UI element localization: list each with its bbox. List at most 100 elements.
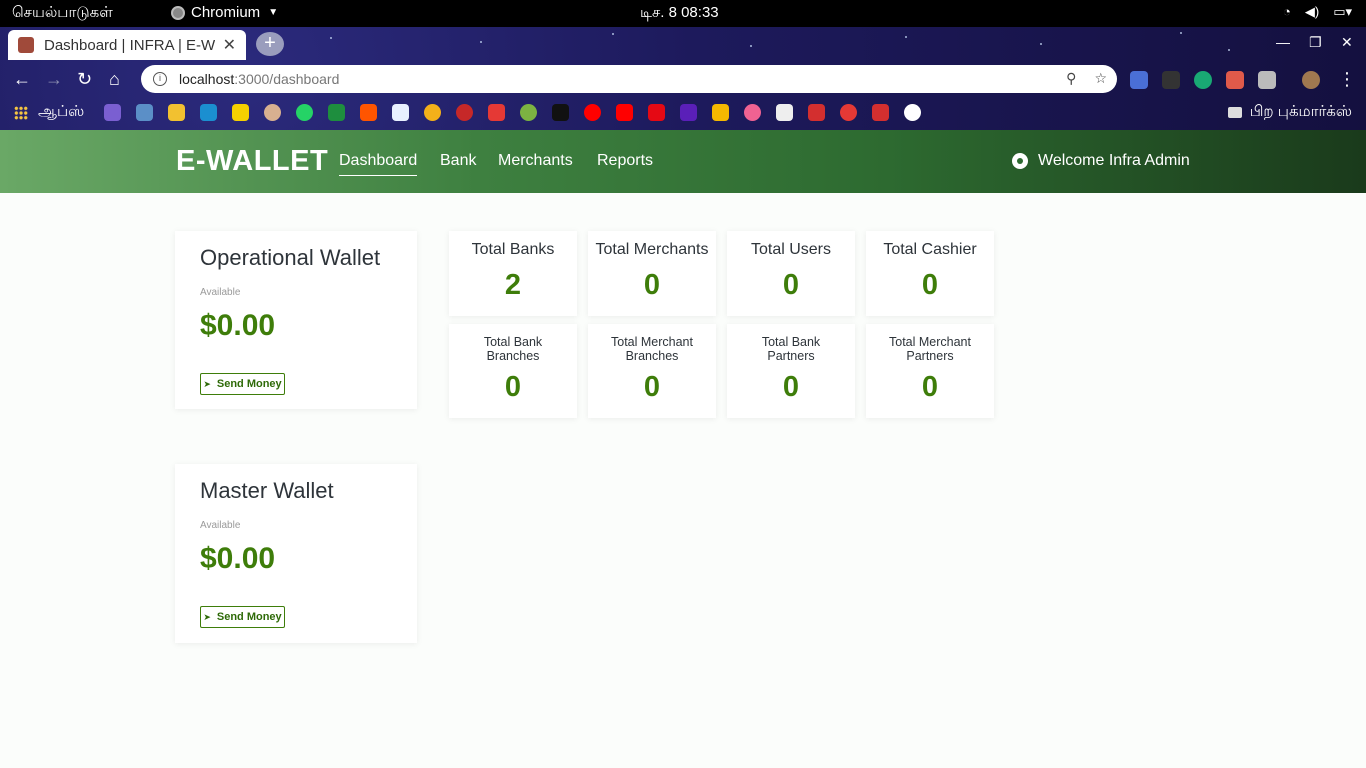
minimize-icon[interactable]: — [1276, 34, 1290, 50]
sheets-icon[interactable] [328, 104, 345, 121]
volume-icon: ◀) [1304, 4, 1320, 19]
home-icon[interactable]: ⌂ [109, 69, 120, 90]
stat-label: Total Bank Branches [449, 335, 577, 363]
google-icon[interactable] [904, 104, 921, 121]
wallet-balance: $0.00 [200, 542, 276, 575]
wallet-title: Master Wallet [200, 478, 334, 503]
tab-title: Dashboard | INFRA | E-W [44, 36, 215, 54]
activities-button[interactable]: செயல்பாடுகள் [12, 4, 113, 23]
bookmark-icon[interactable] [456, 104, 473, 121]
app-header: E-WALLET Dashboard Bank Merchants Report… [0, 130, 1366, 193]
extension-icon[interactable] [1162, 71, 1180, 89]
nav-reports[interactable]: Reports [597, 152, 653, 170]
netflix-icon[interactable] [648, 104, 665, 121]
whatsapp-icon[interactable] [296, 104, 313, 121]
browser-chrome: Dashboard | INFRA | E-W ✕ + — ❐ ✕ ← → ↻ … [0, 27, 1366, 130]
app-menu[interactable]: Chromium ▼ [171, 4, 278, 21]
brand-logo[interactable]: E-WALLET [176, 145, 328, 178]
stat-value: 0 [921, 371, 939, 403]
extension-icon[interactable] [1226, 71, 1244, 89]
act-icon[interactable] [872, 104, 889, 121]
stat-label: Total Users [750, 241, 832, 258]
apps-grid-icon[interactable] [14, 106, 28, 120]
stat-label: Total Bank Partners [727, 335, 855, 363]
forward-icon[interactable]: → [45, 69, 63, 90]
clock[interactable]: டிச. 8 08:33 [640, 4, 719, 23]
address-bar[interactable]: i localhost:3000/dashboard ⚲ ☆ [141, 65, 1117, 93]
bookmarks-bar: ஆப்ஸ் பிற புக்மார்க்ஸ் [0, 97, 1366, 130]
bookmark-icon[interactable] [744, 104, 761, 121]
system-tray[interactable]: ◔ ◀) ▭▾ [1283, 4, 1352, 20]
stat-card-total-merchant-partners: Total Merchant Partners 0 [866, 324, 994, 418]
send-icon: ➤ [203, 611, 211, 622]
youtube-icon[interactable] [616, 104, 633, 121]
bookmark-icon[interactable] [520, 104, 537, 121]
camera-icon[interactable] [1258, 71, 1276, 89]
bookmark-icon[interactable] [712, 104, 729, 121]
bookmark-icon[interactable] [552, 104, 569, 121]
bookmark-icon[interactable] [776, 104, 793, 121]
stat-value: 2 [504, 269, 522, 301]
nav-bank[interactable]: Bank [440, 152, 476, 170]
google-ads-icon[interactable] [168, 104, 185, 121]
reload-icon[interactable]: ↻ [77, 69, 92, 90]
send-money-label: Send Money [216, 378, 282, 390]
battery-icon: ▭▾ [1333, 4, 1352, 19]
zoom-icon[interactable]: ⚲ [1066, 70, 1076, 87]
bookmark-icon[interactable] [264, 104, 281, 121]
bookmark-icon[interactable] [232, 104, 249, 121]
wallet-available-label: Available [200, 287, 241, 298]
restore-icon[interactable]: ❐ [1309, 34, 1322, 51]
stat-label-line-2: Partners [906, 349, 954, 363]
close-tab-icon[interactable]: ✕ [223, 35, 236, 55]
back-icon[interactable]: ← [13, 69, 31, 90]
extension-icon[interactable] [1130, 71, 1148, 89]
stat-value: 0 [504, 371, 522, 403]
wallet-available-label: Available [200, 520, 241, 531]
user-menu[interactable]: Welcome Infra Admin [1012, 152, 1190, 170]
bookmark-icon[interactable] [136, 104, 153, 121]
browser-tab[interactable]: Dashboard | INFRA | E-W ✕ [8, 30, 246, 60]
gear-icon[interactable] [1012, 153, 1028, 169]
app-menu-label: Chromium [191, 4, 261, 21]
stat-value: 0 [643, 269, 661, 301]
stat-label-line-1: Total Bank [761, 335, 821, 349]
send-icon: ➤ [203, 378, 211, 389]
stat-label: Total Merchants [595, 241, 709, 258]
stat-value: 0 [782, 269, 800, 301]
stat-value: 0 [921, 269, 939, 301]
nav-merchants[interactable]: Merchants [498, 152, 573, 170]
bookmark-icon[interactable] [200, 104, 217, 121]
stat-card-total-bank-branches: Total Bank Branches 0 [449, 324, 577, 418]
voot-icon[interactable] [680, 104, 697, 121]
bookmark-star-icon[interactable]: ☆ [1094, 70, 1107, 87]
stat-label: Total Merchant Branches [588, 335, 716, 363]
bookmark-icon[interactable] [104, 104, 121, 121]
avatar[interactable] [1302, 71, 1320, 89]
apps-shortcut[interactable]: ஆப்ஸ் [38, 103, 84, 122]
stat-value: 0 [782, 371, 800, 403]
soundcloud-icon[interactable] [360, 104, 377, 121]
send-money-button[interactable]: ➤ Send Money [200, 606, 285, 628]
menu-kebab-icon[interactable]: ⋮ [1338, 69, 1356, 90]
other-bookmarks[interactable]: பிற புக்மார்க்ஸ் [1227, 103, 1352, 122]
bookmark-icon[interactable] [808, 104, 825, 121]
stat-card-total-banks: Total Banks 2 [449, 231, 577, 316]
close-window-icon[interactable]: ✕ [1341, 34, 1353, 51]
site-info-icon[interactable]: i [153, 72, 167, 86]
new-tab-button[interactable]: + [256, 32, 284, 56]
bookmark-icon[interactable] [392, 104, 409, 121]
nav-dashboard[interactable]: Dashboard [339, 152, 418, 176]
send-money-button[interactable]: ➤ Send Money [200, 373, 285, 395]
stat-label-line-1: Total Merchant [611, 335, 693, 349]
wallet-title: Operational Wallet [200, 245, 381, 270]
stat-label-line-2: Partners [767, 349, 815, 363]
bookmark-icon[interactable] [840, 104, 857, 121]
bookmark-icon[interactable] [488, 104, 505, 121]
folder-icon [1227, 107, 1242, 118]
youtube-music-icon[interactable] [584, 104, 601, 121]
bookmark-icon[interactable] [424, 104, 441, 121]
grammarly-icon[interactable] [1194, 71, 1212, 89]
browser-toolbar: ← → ↻ ⌂ i localhost:3000/dashboard ⚲ ☆ ⋮ [0, 61, 1366, 97]
send-money-label: Send Money [216, 611, 282, 623]
